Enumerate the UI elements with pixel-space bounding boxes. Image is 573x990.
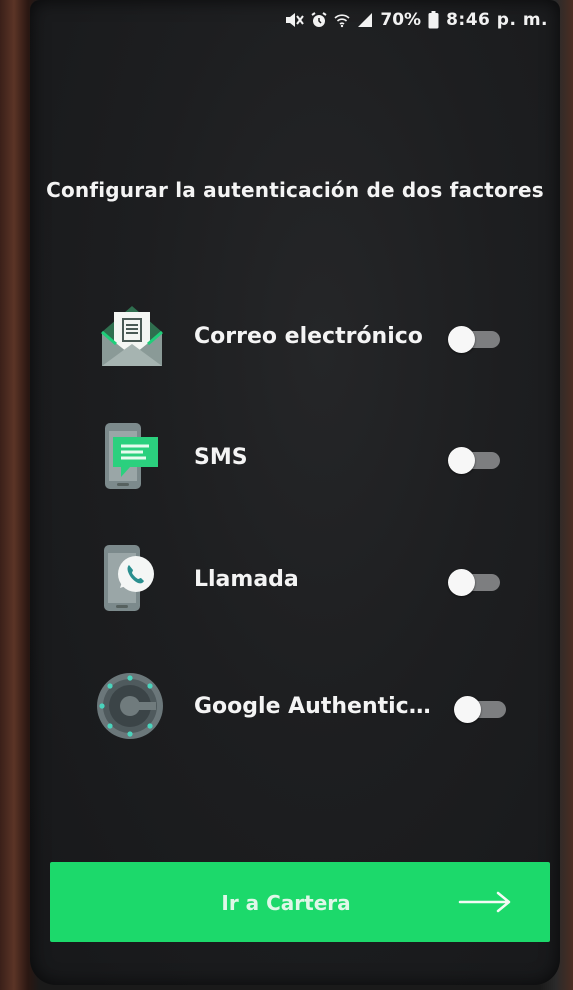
sms-toggle[interactable] bbox=[448, 447, 502, 474]
sms-icon bbox=[94, 419, 170, 499]
status-bar: 70% 8:46 p. m. bbox=[284, 8, 548, 32]
phone-call-icon bbox=[94, 541, 170, 621]
arrow-right-icon bbox=[458, 890, 512, 914]
option-row-google-authenticator[interactable]: Google Authentica... bbox=[30, 668, 560, 748]
phone-screen: 70% 8:46 p. m. Configurar la autenticaci… bbox=[30, 0, 560, 985]
alarm-icon bbox=[311, 12, 327, 28]
mute-icon bbox=[284, 12, 305, 28]
page-title: Configurar la autenticación de dos facto… bbox=[46, 178, 544, 202]
call-toggle[interactable] bbox=[448, 569, 502, 596]
status-time: 8:46 p. m. bbox=[446, 10, 548, 30]
option-label-email: Correo electrónico bbox=[194, 324, 423, 349]
google-authenticator-icon bbox=[94, 668, 170, 748]
battery-text: 70% bbox=[380, 10, 422, 30]
option-row-email[interactable]: Correo electrónico bbox=[30, 298, 560, 378]
go-to-wallet-button[interactable]: Ir a Cartera bbox=[50, 862, 550, 942]
option-row-sms[interactable]: SMS bbox=[30, 419, 560, 499]
signal-icon bbox=[357, 12, 373, 28]
option-row-call[interactable]: Llamada bbox=[30, 541, 560, 621]
battery-icon bbox=[428, 11, 439, 29]
wifi-icon bbox=[334, 12, 350, 28]
google-authenticator-toggle[interactable] bbox=[454, 696, 508, 723]
option-label-sms: SMS bbox=[194, 445, 248, 470]
option-label-google-authenticator: Google Authentica... bbox=[194, 694, 444, 719]
email-toggle[interactable] bbox=[448, 326, 502, 353]
option-label-call: Llamada bbox=[194, 567, 299, 592]
email-icon bbox=[94, 298, 170, 378]
